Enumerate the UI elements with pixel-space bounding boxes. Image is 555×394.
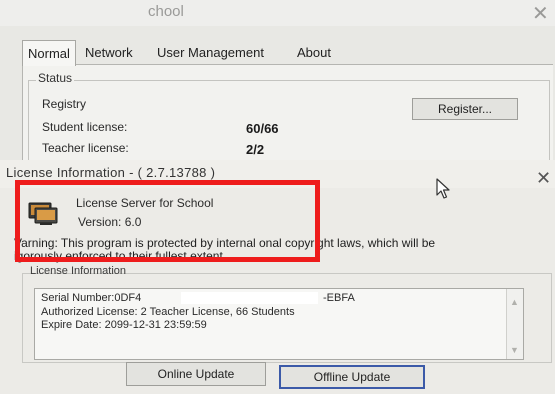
- license-info-dialog: License Information - ( 2.7.13788 ) ✕ Li…: [0, 160, 555, 394]
- serial-number-line: Serial Number:0DF4 -EBFA: [41, 292, 355, 304]
- status-group-label: Status: [36, 71, 75, 85]
- tab-user-management[interactable]: User Management: [152, 42, 269, 64]
- main-window-close-icon[interactable]: ✕: [532, 1, 549, 26]
- dialog-title: License Information - ( 2.7.13788 ): [6, 165, 216, 180]
- main-window-title: chool: [148, 3, 184, 20]
- tab-network[interactable]: Network: [80, 42, 138, 64]
- teacher-license-label: Teacher license:: [42, 141, 129, 155]
- tab-normal[interactable]: Normal: [22, 40, 76, 66]
- mouse-cursor-icon: [436, 178, 450, 199]
- info-scrollbar[interactable]: ▲ ▼: [506, 289, 523, 359]
- tab-about[interactable]: About: [292, 42, 336, 64]
- main-window-title-bar[interactable]: chool ✕: [0, 0, 555, 26]
- student-license-value: 60/66: [246, 121, 279, 136]
- student-license-label: Student license:: [42, 120, 128, 134]
- main-window: chool ✕ Normal Network User Management A…: [0, 0, 555, 166]
- scroll-down-icon[interactable]: ▼: [510, 345, 519, 355]
- serial-number-redaction: [181, 292, 318, 304]
- online-update-button[interactable]: Online Update: [126, 362, 266, 386]
- serial-number-suffix: -EBFA: [323, 292, 355, 304]
- registry-label: Registry: [42, 97, 87, 111]
- license-info-textbox[interactable]: Serial Number:0DF4 -EBFA Authorized Lice…: [34, 288, 524, 360]
- authorized-license-line: Authorized License: 2 Teacher License, 6…: [41, 306, 295, 318]
- expire-date-line: Expire Date: 2099-12-31 23:59:59: [41, 319, 207, 331]
- serial-number-prefix: Serial Number:0DF4: [41, 292, 142, 304]
- dialog-close-icon[interactable]: ✕: [536, 168, 551, 189]
- teacher-license-value: 2/2: [246, 142, 265, 157]
- scroll-up-icon[interactable]: ▲: [510, 297, 519, 307]
- register-button[interactable]: Register...: [412, 98, 518, 120]
- red-highlight-box: [15, 180, 320, 262]
- offline-update-button[interactable]: Offline Update: [279, 365, 425, 389]
- license-info-group-label: License Information: [30, 265, 126, 277]
